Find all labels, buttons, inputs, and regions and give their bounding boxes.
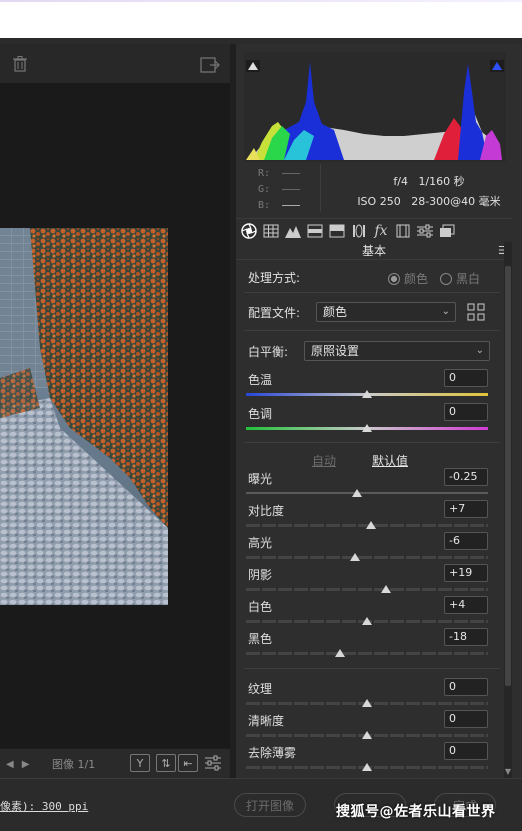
exposure-slider-track[interactable] bbox=[246, 492, 488, 494]
histogram bbox=[244, 52, 506, 162]
canvas-toolbar bbox=[0, 44, 230, 84]
shadows-slider-thumb[interactable] bbox=[381, 585, 391, 593]
clarity-slider-thumb[interactable] bbox=[362, 731, 372, 739]
exposure-label: 曝光 bbox=[248, 472, 273, 486]
open-image-button[interactable]: 打开图像 bbox=[234, 793, 306, 817]
rgb-readout: R: G: B: bbox=[258, 166, 301, 214]
shadows-slider-track[interactable] bbox=[246, 588, 488, 591]
tint-slider-thumb[interactable] bbox=[362, 424, 372, 432]
shutter-speed: 1/160 秒 bbox=[418, 175, 465, 188]
tab-split-toning-icon[interactable] bbox=[328, 223, 346, 239]
profile-browser-icon[interactable] bbox=[466, 302, 486, 322]
process-label: 处理方式: bbox=[248, 271, 301, 285]
blacks-label: 黑色 bbox=[248, 632, 273, 646]
radio-bw-icon bbox=[440, 272, 452, 285]
preferences-icon[interactable] bbox=[204, 754, 222, 772]
radio-color-icon bbox=[388, 272, 400, 285]
default-button[interactable]: 默认值 bbox=[372, 452, 408, 469]
blacks-value[interactable]: -18 bbox=[444, 628, 488, 646]
texture-slider-thumb[interactable] bbox=[362, 699, 372, 707]
dehaze-slider-thumb[interactable] bbox=[362, 763, 372, 771]
clarity-label: 清晰度 bbox=[248, 714, 285, 728]
export-icon[interactable] bbox=[200, 56, 220, 74]
trash-icon[interactable] bbox=[12, 56, 28, 72]
highlights-value[interactable]: -6 bbox=[444, 532, 488, 550]
prev-arrow-icon[interactable]: ◀ bbox=[6, 759, 14, 770]
process-color-label: 颜色 bbox=[404, 272, 429, 286]
blacks-slider-track[interactable] bbox=[246, 652, 488, 655]
exif-info: R: G: B: f/4 1/160 秒 ISO 250 28-300@40 毫… bbox=[244, 162, 506, 218]
clarity-value[interactable]: 0 bbox=[444, 710, 488, 728]
r-label: R: bbox=[258, 168, 271, 179]
temp-label: 色温 bbox=[248, 373, 273, 387]
iso: ISO 250 bbox=[357, 195, 401, 208]
tab-calibration-icon[interactable] bbox=[394, 223, 412, 239]
whites-slider-thumb[interactable] bbox=[362, 617, 372, 625]
footer-bar: 像素): 300 ppi 打开图像 完成 搜狐号@佐者乐山看世界 bbox=[0, 778, 522, 831]
shadows-label: 阴影 bbox=[248, 568, 273, 582]
profile-label: 配置文件: bbox=[248, 306, 301, 320]
tint-value[interactable]: 0 bbox=[444, 403, 488, 421]
aperture: f/4 bbox=[393, 175, 408, 188]
scroll-down-icon[interactable]: ▼ bbox=[504, 767, 512, 776]
page-info: 图像 1/1 bbox=[52, 758, 96, 771]
tab-detail-icon[interactable] bbox=[284, 223, 302, 239]
adjustment-panel: R: G: B: f/4 1/160 秒 ISO 250 28-300@40 毫… bbox=[236, 44, 522, 778]
g-label: G: bbox=[258, 184, 271, 195]
tab-snapshots-icon[interactable] bbox=[438, 223, 456, 239]
highlights-slider-thumb[interactable] bbox=[350, 553, 360, 561]
panel-tabs: fx bbox=[236, 218, 512, 242]
b-label: B: bbox=[258, 200, 271, 211]
dehaze-label: 去除薄雾 bbox=[248, 746, 297, 760]
blacks-slider-thumb[interactable] bbox=[335, 649, 345, 657]
contrast-slider-thumb[interactable] bbox=[366, 521, 376, 529]
profile-select[interactable]: 颜色 ⌄ bbox=[316, 302, 456, 322]
tab-effects-icon[interactable]: fx bbox=[372, 223, 390, 239]
preview-image bbox=[0, 228, 168, 605]
swap-icon[interactable]: ⇅ bbox=[156, 754, 176, 772]
tab-presets-icon[interactable] bbox=[416, 223, 434, 239]
tint-label: 色调 bbox=[248, 407, 273, 421]
lens-focal: 28-300@40 毫米 bbox=[411, 195, 501, 208]
texture-label: 纹理 bbox=[248, 682, 273, 696]
process-bw-radio[interactable]: 黑白 bbox=[440, 270, 480, 287]
next-arrow-icon[interactable]: ▶ bbox=[22, 759, 30, 770]
wb-select[interactable]: 原照设置 ⌄ bbox=[304, 341, 490, 361]
exposure-value[interactable]: -0.25 bbox=[444, 468, 488, 486]
shadows-value[interactable]: +19 bbox=[444, 564, 488, 582]
watermark: 搜狐号@佐者乐山看世界 bbox=[336, 804, 496, 820]
temp-slider-thumb[interactable] bbox=[362, 390, 372, 398]
filmstrip-bar: ◀ ▶ 图像 1/1 Y ⇅ ⇤ bbox=[0, 748, 230, 778]
before-after-toggle[interactable]: Y bbox=[130, 754, 150, 772]
exposure-slider-thumb[interactable] bbox=[352, 489, 362, 497]
wb-value: 原照设置 bbox=[311, 344, 360, 358]
tab-tone-curve-icon[interactable] bbox=[262, 223, 280, 239]
profile-value: 颜色 bbox=[323, 305, 348, 319]
whites-label: 白色 bbox=[248, 600, 273, 614]
contrast-value[interactable]: +7 bbox=[444, 500, 488, 518]
contrast-label: 对比度 bbox=[248, 504, 285, 518]
tab-hsl-icon[interactable] bbox=[306, 223, 324, 239]
highlights-slider-track[interactable] bbox=[246, 556, 488, 559]
title-bar bbox=[0, 0, 522, 38]
highlights-label: 高光 bbox=[248, 536, 273, 550]
panel-scrollbar[interactable]: ▼ bbox=[504, 242, 512, 778]
workflow-options-link[interactable]: 像素): 300 ppi bbox=[0, 798, 88, 814]
process-bw-label: 黑白 bbox=[456, 272, 481, 286]
copy-settings-icon[interactable]: ⇤ bbox=[178, 754, 198, 772]
temp-value[interactable]: 0 bbox=[444, 369, 488, 387]
texture-value[interactable]: 0 bbox=[444, 678, 488, 696]
auto-button[interactable]: 自动 bbox=[312, 452, 336, 469]
whites-value[interactable]: +4 bbox=[444, 596, 488, 614]
tab-basic-icon[interactable] bbox=[240, 223, 258, 239]
chevron-down-icon: ⌄ bbox=[441, 306, 450, 317]
chevron-down-icon: ⌄ bbox=[475, 345, 484, 356]
section-title: 基本 bbox=[236, 242, 512, 260]
wb-label: 白平衡: bbox=[248, 345, 289, 359]
tab-lens-icon[interactable] bbox=[350, 223, 368, 239]
process-color-radio[interactable]: 颜色 bbox=[388, 270, 428, 287]
dehaze-value[interactable]: 0 bbox=[444, 742, 488, 760]
